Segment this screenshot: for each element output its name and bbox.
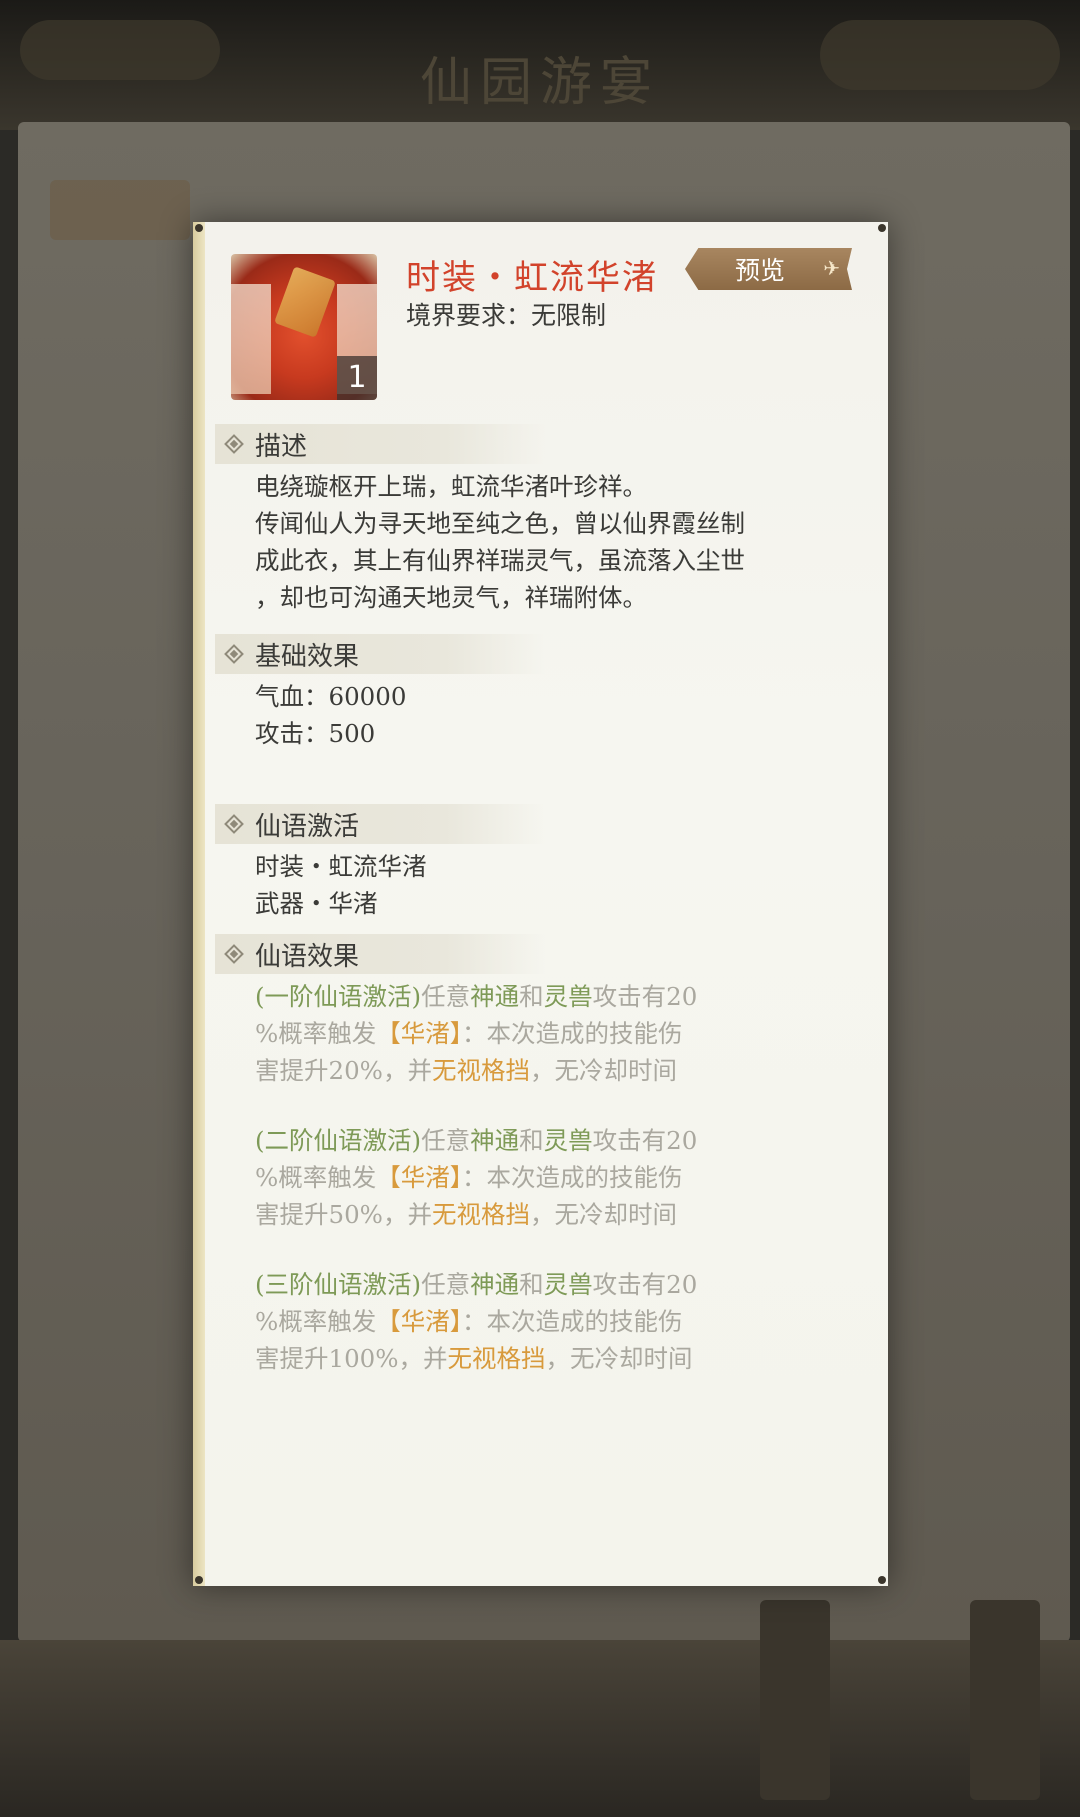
effect-line: (二阶仙语激活)任意神通和灵兽攻击有20 — [255, 1122, 865, 1159]
effect-keyword: 灵兽 — [543, 1270, 593, 1299]
section-activation-header: 仙语激活 — [215, 804, 545, 844]
effect-tier: (三阶仙语激活)任意神通和灵兽攻击有20 %概率触发【华渚】：本次造成的技能伤 … — [255, 1266, 865, 1377]
effect-text: ：本次造成的技能伤 — [462, 1307, 683, 1336]
item-count: 1 — [337, 356, 377, 400]
effect-keyword: 灵兽 — [543, 1126, 593, 1155]
effect-text: 和 — [519, 982, 544, 1011]
effect-text: 攻击有20 — [592, 1126, 698, 1155]
card-edge — [193, 222, 205, 1586]
effect-line: %概率触发【华渚】：本次造成的技能伤 — [255, 1159, 865, 1196]
effect-text: 害提升20%，并 — [255, 1056, 432, 1085]
item-title: 时装・虹流华渚 — [406, 258, 658, 298]
realm-requirement: 境界要求：无限制 — [406, 301, 607, 330]
item-detail-card: 1 时装・虹流华渚 境界要求：无限制 预览 ✈ 描述 电绕璇枢开上瑞，虹流华渚叶… — [193, 222, 888, 1586]
effect-text: 和 — [519, 1126, 544, 1155]
effect-tier: (二阶仙语激活)任意神通和灵兽攻击有20 %概率触发【华渚】：本次造成的技能伤 … — [255, 1122, 865, 1233]
effect-keyword: 无视格挡 — [431, 1056, 530, 1085]
effect-keyword: 灵兽 — [543, 982, 593, 1011]
effect-keyword: 神通 — [470, 1270, 520, 1299]
background-pillar — [760, 1600, 830, 1800]
effect-line: %概率触发【华渚】：本次造成的技能伤 — [255, 1303, 865, 1340]
section-label: 描述 — [255, 431, 308, 462]
effect-text: %概率触发 — [255, 1163, 377, 1192]
effect-text: ，无冷却时间 — [529, 1056, 677, 1085]
preview-label: 预览 — [735, 256, 786, 285]
base-effect-list: 气血：60000 攻击：500 — [255, 678, 865, 752]
effect-stage: (二阶仙语激活) — [255, 1126, 422, 1155]
item-thumbnail[interactable]: 1 — [231, 254, 377, 400]
effect-line: 害提升100%，并无视格挡，无冷却时间 — [255, 1340, 865, 1377]
effect-line: %概率触发【华渚】：本次造成的技能伤 — [255, 1015, 865, 1052]
description-line: 电绕璇枢开上瑞，虹流华渚叶珍祥。 — [255, 472, 647, 501]
stat-hp: 气血：60000 — [255, 682, 407, 711]
effect-text: 任意 — [421, 982, 471, 1011]
effect-line: (三阶仙语激活)任意神通和灵兽攻击有20 — [255, 1266, 865, 1303]
effect-keyword: 无视格挡 — [431, 1200, 530, 1229]
costume-sleeve-left — [231, 284, 271, 394]
diamond-icon — [224, 434, 244, 454]
effect-text: 攻击有20 — [592, 1270, 698, 1299]
description-text: 电绕璇枢开上瑞，虹流华渚叶珍祥。 传闻仙人为寻天地至纯之色，曾以仙界霞丝制 成此… — [255, 468, 865, 616]
effect-line: (一阶仙语激活)任意神通和灵兽攻击有20 — [255, 978, 865, 1015]
diamond-icon — [224, 644, 244, 664]
section-label: 仙语效果 — [255, 941, 360, 972]
effect-skill: 【华渚】 — [376, 1163, 463, 1192]
section-label: 仙语激活 — [255, 811, 360, 842]
effect-text: ：本次造成的技能伤 — [462, 1163, 683, 1192]
corner-pin — [195, 1576, 203, 1584]
effect-stage: (一阶仙语激活) — [255, 982, 422, 1011]
diamond-icon — [224, 944, 244, 964]
section-label: 基础效果 — [255, 641, 360, 672]
effect-line: 害提升20%，并无视格挡，无冷却时间 — [255, 1052, 865, 1089]
description-line: 成此衣，其上有仙界祥瑞灵气，虽流落入尘世 — [255, 546, 745, 575]
effect-skill: 【华渚】 — [376, 1307, 463, 1336]
effect-text: 和 — [519, 1270, 544, 1299]
effect-text: 害提升100%，并 — [255, 1344, 448, 1373]
effect-text: ：本次造成的技能伤 — [462, 1019, 683, 1048]
effect-text: ，无冷却时间 — [529, 1200, 677, 1229]
effect-text: 害提升50%，并 — [255, 1200, 432, 1229]
background-title: 仙园游宴 — [419, 53, 660, 113]
effect-keyword: 神通 — [470, 1126, 520, 1155]
effect-text: 攻击有20 — [592, 982, 698, 1011]
section-effects-header: 仙语效果 — [215, 934, 545, 974]
description-line: ，却也可沟通天地灵气，祥瑞附体。 — [255, 583, 647, 612]
stat-attack: 攻击：500 — [255, 719, 376, 748]
arrow-right-icon: ✈ — [823, 256, 840, 280]
activation-item: 时装・虹流华渚 — [255, 852, 427, 881]
effect-text: 任意 — [421, 1126, 471, 1155]
activation-item: 武器・华渚 — [255, 889, 378, 918]
effect-skill: 【华渚】 — [376, 1019, 463, 1048]
effect-text: %概率触发 — [255, 1307, 377, 1336]
section-base-effect-header: 基础效果 — [215, 634, 545, 674]
effect-text: 任意 — [421, 1270, 471, 1299]
effect-keyword: 神通 — [470, 982, 520, 1011]
activation-list: 时装・虹流华渚 武器・华渚 — [255, 848, 865, 922]
costume-ornament — [274, 266, 336, 338]
effect-text: ，无冷却时间 — [545, 1344, 693, 1373]
corner-pin — [878, 224, 886, 232]
corner-pin — [878, 1576, 886, 1584]
background-footer — [0, 1640, 1080, 1817]
preview-button[interactable]: 预览 ✈ — [685, 248, 852, 290]
effect-keyword: 无视格挡 — [447, 1344, 546, 1373]
corner-pin — [195, 224, 203, 232]
background-pillar — [970, 1600, 1040, 1800]
diamond-icon — [224, 814, 244, 834]
effect-text: %概率触发 — [255, 1019, 377, 1048]
background-tab — [50, 180, 190, 240]
section-description-header: 描述 — [215, 424, 545, 464]
effect-tier: (一阶仙语激活)任意神通和灵兽攻击有20 %概率触发【华渚】：本次造成的技能伤 … — [255, 978, 865, 1089]
description-line: 传闻仙人为寻天地至纯之色，曾以仙界霞丝制 — [255, 509, 745, 538]
effect-line: 害提升50%，并无视格挡，无冷却时间 — [255, 1196, 865, 1233]
effect-stage: (三阶仙语激活) — [255, 1270, 422, 1299]
